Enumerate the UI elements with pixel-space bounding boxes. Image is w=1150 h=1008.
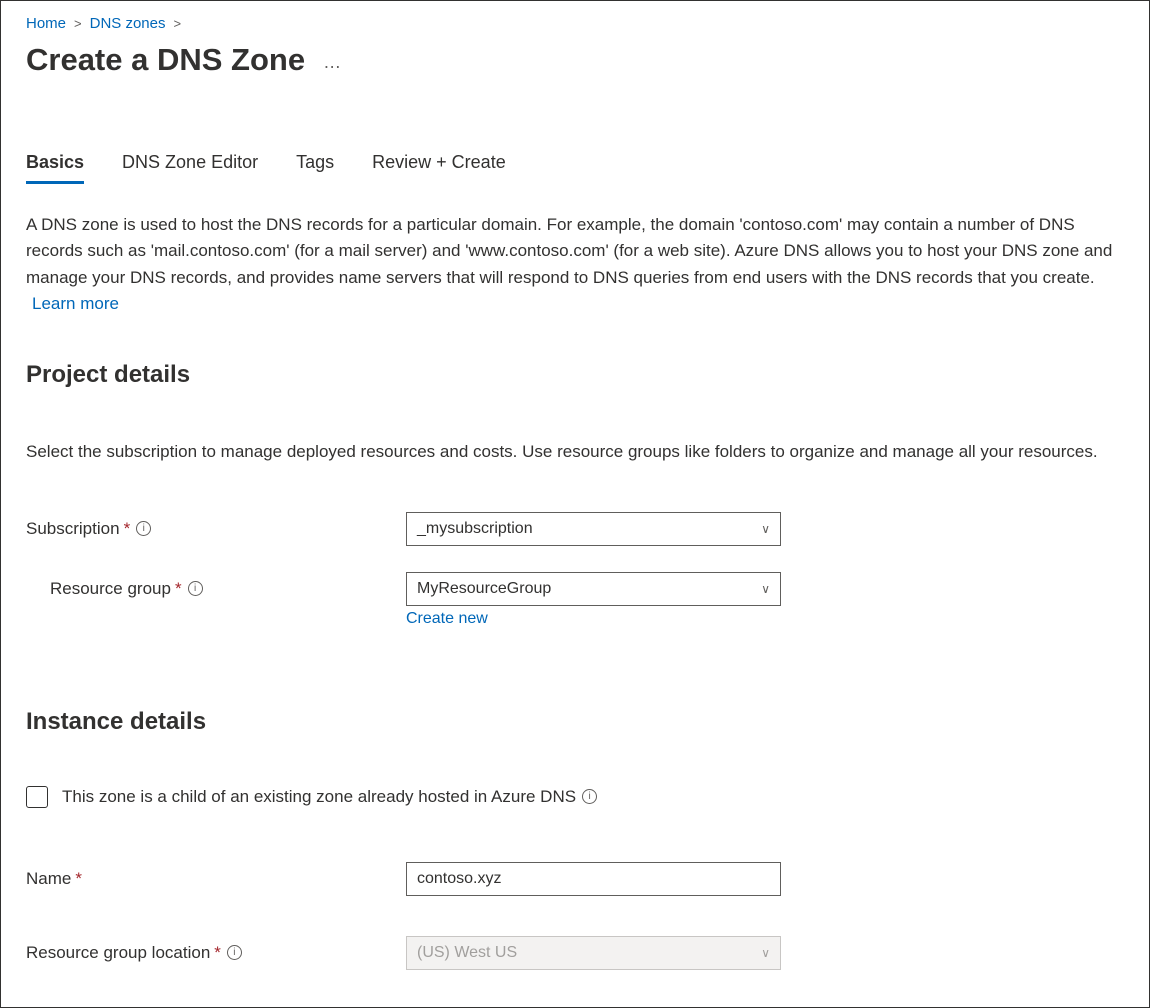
project-details-form: Subscription * i _mysubscription ∨ Resou… — [26, 512, 1124, 628]
resource-group-dropdown[interactable]: MyResourceGroup ∨ — [406, 572, 781, 606]
breadcrumb-dns-zones[interactable]: DNS zones — [90, 15, 166, 32]
name-label: Name * — [26, 869, 406, 889]
resource-group-label: Resource group * i — [26, 579, 406, 599]
resource-group-control: MyResourceGroup ∨ — [406, 572, 781, 606]
subscription-label: Subscription * i — [26, 519, 406, 539]
tab-basics[interactable]: Basics — [26, 152, 84, 184]
breadcrumb: Home > DNS zones > — [26, 11, 1124, 38]
breadcrumb-home[interactable]: Home — [26, 15, 66, 32]
chevron-down-icon: ∨ — [761, 582, 770, 596]
learn-more-link[interactable]: Learn more — [32, 294, 119, 313]
info-icon[interactable]: i — [188, 581, 203, 596]
intro-description: A DNS zone is used to host the DNS recor… — [26, 212, 1124, 317]
create-new-row: Create new — [26, 610, 1124, 628]
child-zone-label: This zone is a child of an existing zone… — [62, 787, 597, 807]
info-icon[interactable]: i — [582, 789, 597, 804]
required-asterisk: * — [124, 519, 131, 539]
intro-text: A DNS zone is used to host the DNS recor… — [26, 215, 1112, 287]
page-title-row: Create a DNS Zone … — [26, 38, 1124, 86]
page-title: Create a DNS Zone — [26, 42, 305, 78]
tabs: Basics DNS Zone Editor Tags Review + Cre… — [26, 152, 1124, 184]
child-zone-checkbox[interactable] — [26, 786, 48, 808]
info-icon[interactable]: i — [136, 521, 151, 536]
resource-group-value: MyResourceGroup — [417, 580, 551, 598]
subscription-control: _mysubscription ∨ — [406, 512, 781, 546]
required-asterisk: * — [175, 579, 182, 599]
tab-dns-zone-editor[interactable]: DNS Zone Editor — [122, 152, 258, 184]
subscription-value: _mysubscription — [417, 520, 533, 538]
required-asterisk: * — [75, 869, 82, 889]
project-details-description: Select the subscription to manage deploy… — [26, 439, 1124, 465]
chevron-right-icon: > — [173, 16, 181, 31]
subscription-dropdown[interactable]: _mysubscription ∨ — [406, 512, 781, 546]
resource-group-row: Resource group * i MyResourceGroup ∨ — [26, 572, 1124, 606]
project-details-heading: Project details — [26, 361, 1124, 389]
create-new-link[interactable]: Create new — [406, 610, 488, 628]
tab-review-create[interactable]: Review + Create — [372, 152, 506, 184]
chevron-down-icon: ∨ — [761, 522, 770, 536]
location-value: (US) West US — [417, 944, 517, 962]
info-icon[interactable]: i — [227, 945, 242, 960]
instance-details-heading: Instance details — [26, 708, 1124, 736]
more-actions-icon[interactable]: … — [323, 52, 342, 73]
chevron-down-icon: ∨ — [761, 946, 770, 960]
name-input[interactable] — [406, 862, 781, 896]
instance-details-form: Name * Resource group location * i (US) … — [26, 862, 1124, 970]
name-row: Name * — [26, 862, 1124, 896]
tab-tags[interactable]: Tags — [296, 152, 334, 184]
required-asterisk: * — [214, 943, 221, 963]
location-control: (US) West US ∨ — [406, 936, 781, 970]
location-label: Resource group location * i — [26, 943, 406, 963]
subscription-row: Subscription * i _mysubscription ∨ — [26, 512, 1124, 546]
name-control — [406, 862, 781, 896]
location-dropdown: (US) West US ∨ — [406, 936, 781, 970]
chevron-right-icon: > — [74, 16, 82, 31]
location-row: Resource group location * i (US) West US… — [26, 936, 1124, 970]
child-zone-row: This zone is a child of an existing zone… — [26, 786, 1124, 808]
